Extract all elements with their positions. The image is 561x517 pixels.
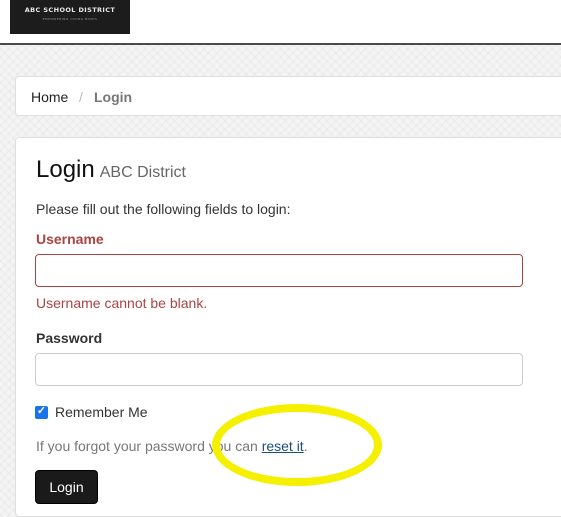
top-header-bar: ABC SCHOOL DISTRICT EMPOWERING YOUNG MIN… — [0, 0, 561, 45]
breadcrumb-current-page: Login — [94, 89, 133, 105]
username-label: Username — [36, 231, 104, 247]
login-button[interactable]: Login — [35, 470, 98, 504]
remember-me-checkbox[interactable]: ✓ — [35, 405, 48, 419]
remember-me-label[interactable]: Remember Me — [55, 404, 148, 420]
password-field[interactable] — [35, 353, 523, 386]
page-subtitle: ABC District — [99, 164, 186, 181]
logo-name: ABC SCHOOL DISTRICT — [24, 6, 116, 14]
username-error-message: Username cannot be blank. — [36, 295, 208, 311]
logo-tagline: EMPOWERING YOUNG MINDS — [42, 17, 98, 21]
login-instructions: Please fill out the following fields to … — [36, 201, 291, 217]
checkmark-icon: ✓ — [36, 405, 47, 417]
school-district-logo[interactable]: ABC SCHOOL DISTRICT EMPOWERING YOUNG MIN… — [10, 0, 130, 34]
breadcrumb: Home / Login — [15, 76, 561, 116]
password-label: Password — [36, 330, 103, 346]
username-field[interactable] — [35, 254, 523, 287]
page-title: Login ABC District — [36, 155, 186, 188]
yellow-highlight-circle — [212, 404, 382, 486]
breadcrumb-home-link[interactable]: Home — [31, 89, 68, 105]
breadcrumb-separator: / — [79, 89, 83, 105]
page-title-text: Login — [36, 156, 95, 183]
